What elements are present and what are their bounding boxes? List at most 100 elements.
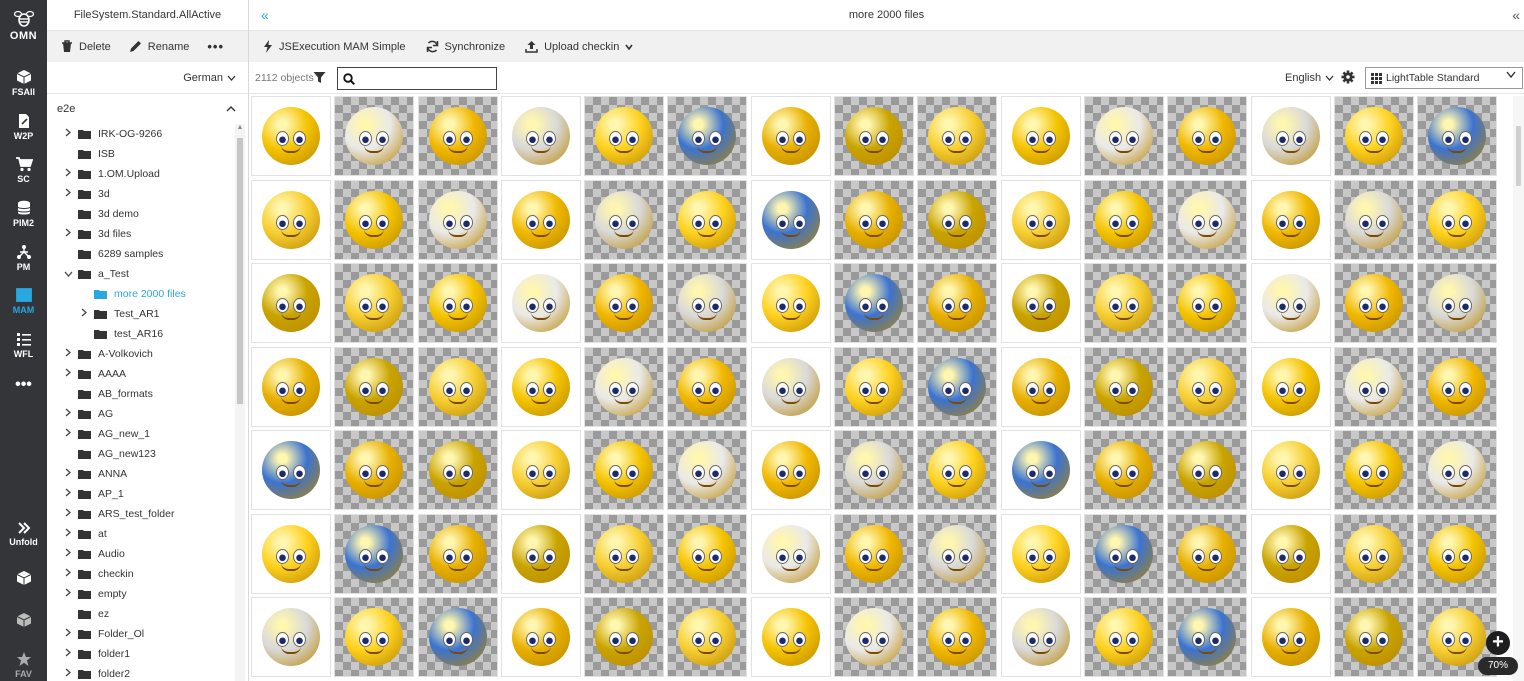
- asset-thumbnail[interactable]: [1417, 96, 1498, 176]
- asset-thumbnail[interactable]: [1250, 263, 1331, 343]
- collapse-panel-icon[interactable]: «: [261, 7, 269, 23]
- tree-item[interactable]: checkin: [47, 564, 235, 584]
- asset-thumbnail[interactable]: [834, 179, 915, 260]
- asset-thumbnail[interactable]: [1417, 179, 1498, 260]
- asset-thumbnail[interactable]: [1167, 513, 1248, 594]
- asset-thumbnail[interactable]: [1083, 263, 1164, 343]
- synchronize-button[interactable]: Synchronize: [426, 40, 505, 53]
- rename-button[interactable]: Rename: [129, 40, 189, 53]
- asset-thumbnail[interactable]: [334, 513, 415, 594]
- asset-thumbnail[interactable]: [584, 513, 665, 594]
- jsexecution-button[interactable]: JSExecution MAM Simple: [263, 40, 406, 53]
- rail-more-button[interactable]: •••: [0, 376, 47, 394]
- chevron-right-icon[interactable]: [63, 668, 73, 680]
- folder-tree-scroll-thumb[interactable]: [237, 138, 243, 404]
- content-language-select[interactable]: English: [1285, 72, 1334, 84]
- asset-thumbnail[interactable]: [417, 263, 498, 343]
- asset-thumbnail[interactable]: [1417, 430, 1498, 510]
- asset-thumbnail[interactable]: [834, 263, 915, 343]
- asset-thumbnail[interactable]: [584, 597, 665, 677]
- asset-thumbnail[interactable]: [1417, 346, 1498, 427]
- asset-thumbnail[interactable]: [251, 597, 331, 677]
- unfold-button[interactable]: Unfold: [0, 521, 47, 547]
- asset-thumbnail[interactable]: [251, 513, 331, 594]
- grid-scrollbar[interactable]: [1513, 96, 1524, 681]
- tree-item[interactable]: folder1: [47, 644, 235, 664]
- asset-thumbnail[interactable]: [834, 513, 915, 594]
- rail-item-pm[interactable]: PM: [0, 244, 47, 272]
- asset-thumbnail[interactable]: [1250, 597, 1331, 677]
- tree-item[interactable]: 3d files: [47, 224, 235, 244]
- rail-cube-button-1[interactable]: [0, 570, 47, 586]
- tree-root[interactable]: e2e: [47, 94, 248, 124]
- tree-item[interactable]: ARS_test_folder: [47, 504, 235, 524]
- chevron-right-icon[interactable]: [63, 568, 73, 580]
- chevron-right-icon[interactable]: [63, 408, 73, 420]
- chevron-right-icon[interactable]: [63, 628, 73, 640]
- asset-thumbnail[interactable]: [584, 263, 665, 343]
- delete-button[interactable]: Delete: [61, 40, 111, 53]
- folder-more-button[interactable]: •••: [207, 39, 224, 54]
- asset-thumbnail[interactable]: [917, 513, 998, 594]
- tree-item[interactable]: empty: [47, 584, 235, 604]
- asset-thumbnail[interactable]: [1000, 597, 1081, 677]
- tree-item[interactable]: a_Test: [47, 264, 235, 284]
- grid-scroll-thumb[interactable]: [1516, 126, 1521, 186]
- asset-thumbnail[interactable]: [417, 96, 498, 176]
- asset-thumbnail[interactable]: [750, 346, 831, 427]
- search-input[interactable]: [360, 70, 494, 87]
- tree-item[interactable]: Folder_Ol: [47, 624, 235, 644]
- tree-item[interactable]: AG: [47, 404, 235, 424]
- chevron-right-icon[interactable]: [63, 428, 73, 440]
- tree-item[interactable]: at: [47, 524, 235, 544]
- rail-item-fsall[interactable]: FSAll: [0, 69, 47, 97]
- upload-checkin-button[interactable]: Upload checkin: [525, 40, 633, 53]
- chevron-right-icon[interactable]: [63, 548, 73, 560]
- asset-thumbnail[interactable]: [1417, 513, 1498, 594]
- asset-thumbnail[interactable]: [1000, 179, 1081, 260]
- asset-thumbnail[interactable]: [251, 179, 331, 260]
- tree-item[interactable]: AG_new_1: [47, 424, 235, 444]
- asset-thumbnail[interactable]: [1167, 263, 1248, 343]
- asset-thumbnail[interactable]: [251, 346, 331, 427]
- asset-thumbnail[interactable]: [1083, 513, 1164, 594]
- scroll-up-arrow-icon[interactable]: ▲: [235, 124, 245, 134]
- asset-thumbnail[interactable]: [500, 597, 581, 677]
- chevron-right-icon[interactable]: [63, 188, 73, 200]
- expand-panel-icon[interactable]: «: [1512, 7, 1520, 23]
- asset-thumbnail[interactable]: [1167, 179, 1248, 260]
- asset-thumbnail[interactable]: [667, 513, 748, 594]
- asset-thumbnail[interactable]: [667, 430, 748, 510]
- asset-thumbnail[interactable]: [1000, 346, 1081, 427]
- asset-thumbnail[interactable]: [1000, 513, 1081, 594]
- tree-item[interactable]: AB_formats: [47, 384, 235, 404]
- asset-thumbnail[interactable]: [417, 430, 498, 510]
- asset-thumbnail[interactable]: [667, 263, 748, 343]
- tree-item[interactable]: ANNA: [47, 464, 235, 484]
- tree-item[interactable]: 6289 samples: [47, 244, 235, 264]
- filter-icon[interactable]: [313, 71, 326, 84]
- asset-thumbnail[interactable]: [500, 430, 581, 510]
- tree-item[interactable]: folder2: [47, 664, 235, 681]
- asset-thumbnail[interactable]: [1167, 430, 1248, 510]
- asset-thumbnail[interactable]: [1333, 263, 1414, 343]
- asset-thumbnail[interactable]: [1250, 513, 1331, 594]
- asset-thumbnail[interactable]: [917, 96, 998, 176]
- asset-thumbnail[interactable]: [1167, 346, 1248, 427]
- rail-item-pim2[interactable]: PIM2: [0, 200, 47, 228]
- asset-thumbnail[interactable]: [1417, 263, 1498, 343]
- tree-item[interactable]: ez: [47, 604, 235, 624]
- asset-thumbnail[interactable]: [917, 597, 998, 677]
- asset-thumbnail[interactable]: [334, 96, 415, 176]
- chevron-down-icon[interactable]: [63, 269, 73, 280]
- asset-thumbnail[interactable]: [750, 430, 831, 510]
- tree-item[interactable]: AP_1: [47, 484, 235, 504]
- asset-thumbnail[interactable]: [667, 96, 748, 176]
- rail-item-wfl[interactable]: WFL: [0, 331, 47, 359]
- chevron-right-icon[interactable]: [63, 168, 73, 180]
- asset-thumbnail[interactable]: [1083, 430, 1164, 510]
- asset-thumbnail[interactable]: [667, 179, 748, 260]
- asset-thumbnail[interactable]: [917, 179, 998, 260]
- asset-thumbnail[interactable]: [584, 179, 665, 260]
- asset-thumbnail[interactable]: [750, 513, 831, 594]
